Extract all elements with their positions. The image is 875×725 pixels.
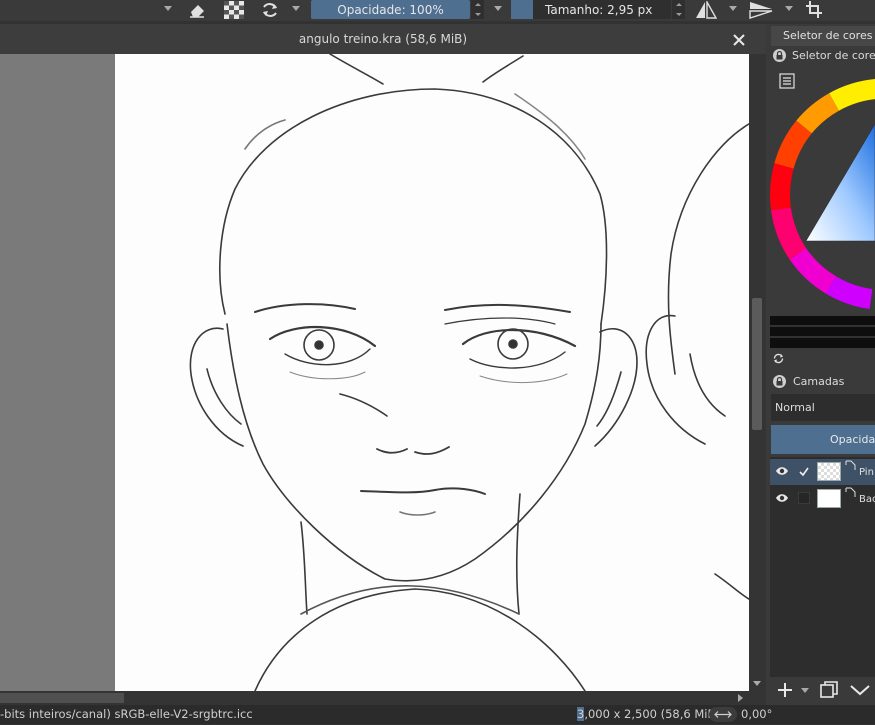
chevron-down-icon[interactable] — [729, 6, 737, 11]
scroll-down-icon[interactable] — [753, 681, 761, 686]
wrap-around-icon[interactable] — [803, 0, 825, 20]
opacity-spinner[interactable] — [471, 0, 484, 19]
chevron-down-icon[interactable] — [801, 688, 809, 693]
size-spinner[interactable] — [672, 0, 685, 19]
chevron-down-icon[interactable] — [785, 6, 793, 11]
toolbar: Opacidade: 100% Tamanho: 2,95 px — [0, 0, 875, 21]
paint-layer-icon — [845, 487, 856, 501]
layer-name: Pin — [859, 467, 874, 478]
color-profile-status: -bits inteiros/canal) sRGB-elle-V2-srgbt… — [0, 707, 253, 721]
refresh-icon[interactable] — [772, 352, 785, 368]
layer-row[interactable]: Pin — [770, 459, 875, 485]
add-layer-icon[interactable] — [776, 681, 794, 702]
layers-panel-title: Camadas — [793, 375, 845, 388]
layer-checkbox[interactable] — [798, 492, 810, 504]
eye-icon[interactable] — [775, 492, 789, 507]
lock-icon[interactable] — [773, 375, 786, 388]
image-size-status[interactable]: 3,000 x 2,500 (58,6 MiB) — [577, 707, 720, 721]
chevron-down-icon[interactable] — [494, 6, 502, 11]
color-selector-title: Seletor de cores — [792, 49, 875, 62]
layer-row[interactable]: Bac — [770, 485, 875, 511]
color-selector-wheel-area[interactable] — [770, 64, 875, 314]
brush-size-field[interactable]: Tamanho: 2,95 px — [533, 0, 671, 19]
rotation-icon[interactable] — [709, 707, 737, 722]
mirror-vertical-icon[interactable] — [748, 0, 774, 20]
color-settings-icon[interactable] — [779, 73, 795, 89]
color-history-strip[interactable] — [770, 316, 875, 348]
layer-thumbnail — [817, 489, 841, 508]
eraser-icon[interactable] — [186, 0, 208, 20]
drawing-canvas[interactable] — [115, 54, 749, 691]
vertical-scrollbar-thumb[interactable] — [752, 298, 762, 430]
image-size-status-text: ,000 x 2,500 (58,6 MiB) — [584, 707, 720, 721]
reload-preset-icon[interactable] — [257, 0, 283, 20]
move-layer-down-icon[interactable] — [849, 682, 871, 701]
chevron-down-icon[interactable] — [292, 6, 300, 11]
layer-checkbox[interactable] — [798, 466, 810, 478]
blend-mode-select[interactable]: Normal — [771, 394, 875, 421]
layer-thumbnail — [817, 462, 841, 481]
rotation-value: 0,00° — [741, 707, 773, 721]
face-sketch — [189, 54, 749, 691]
horizontal-scrollbar-thumb[interactable] — [0, 693, 124, 703]
size-slider-fill[interactable] — [511, 0, 533, 19]
document-tab-title[interactable]: angulo treino.kra (58,6 MiB) — [0, 24, 766, 54]
tab-color-selector[interactable]: Seletor de cores a — [771, 26, 875, 46]
chevron-down-icon[interactable] — [164, 6, 172, 11]
brush-opacity-field[interactable]: Opacidade: 100% — [311, 0, 470, 19]
mirror-horizontal-icon[interactable] — [694, 0, 718, 20]
lock-icon[interactable] — [773, 49, 786, 62]
scroll-right-icon[interactable] — [738, 694, 743, 702]
duplicate-layer-icon[interactable] — [819, 680, 839, 703]
layer-opacity-field[interactable]: Opacidade — [771, 425, 875, 454]
eye-icon[interactable] — [775, 465, 789, 480]
layer-name: Bac — [859, 494, 875, 505]
alpha-lock-icon[interactable] — [222, 0, 246, 20]
paint-layer-icon — [845, 460, 856, 474]
color-wheel[interactable] — [770, 64, 875, 314]
close-icon[interactable] — [730, 31, 748, 49]
